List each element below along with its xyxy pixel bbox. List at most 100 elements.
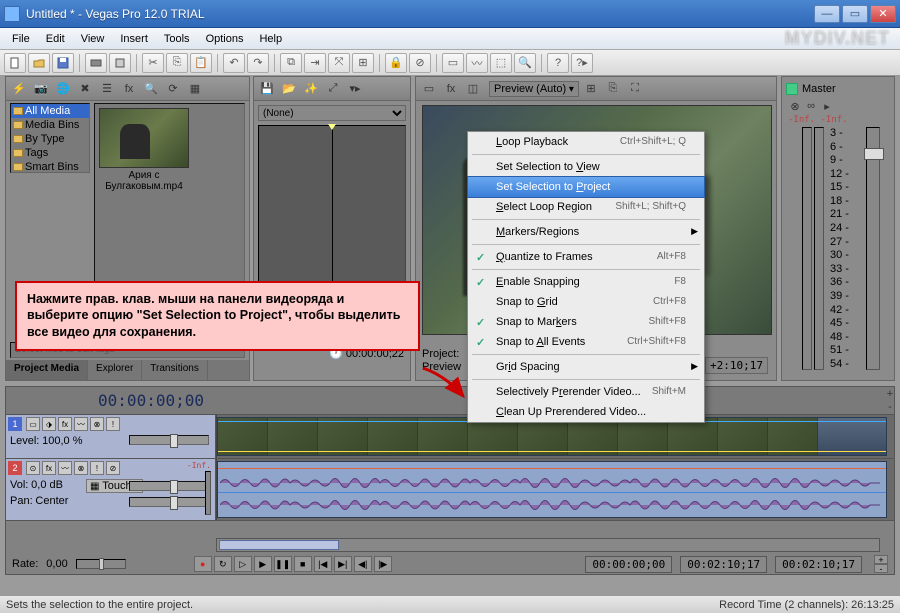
trimmer-fx-button[interactable]: ✨	[301, 80, 321, 98]
master-mute-button[interactable]: ⊗	[788, 99, 802, 113]
media-thumbnails[interactable]: Ария с Булгаковым.mp4	[94, 103, 245, 293]
preview-overlay-button[interactable]: ⊞	[581, 80, 601, 98]
media-tree[interactable]: All Media Media Bins By Type Tags Smart …	[10, 103, 90, 173]
redo-button[interactable]: ↷	[247, 53, 269, 73]
auto-crossfade-button[interactable]: ⤧	[328, 53, 350, 73]
media-search-button[interactable]: ▦	[185, 80, 205, 98]
zoom-tool[interactable]: 🔍	[514, 53, 536, 73]
audio-pan-slider[interactable]	[129, 497, 209, 507]
remove-button[interactable]: ✖	[75, 80, 95, 98]
media-refresh-button[interactable]: ⟳	[163, 80, 183, 98]
selection-tool[interactable]: ⬚	[490, 53, 512, 73]
menu-insert[interactable]: Insert	[112, 31, 156, 47]
track-motion-icon[interactable]: ⬗	[42, 417, 56, 431]
minimize-button[interactable]: —	[814, 5, 840, 23]
normal-edit-tool[interactable]: ▭	[442, 53, 464, 73]
master-mono-button[interactable]: ∞	[804, 99, 818, 113]
ctx-snap-to-all-events[interactable]: Snap to All EventsCtrl+Shift+F8	[468, 332, 704, 352]
track-solo-icon[interactable]: !	[106, 417, 120, 431]
loop-button[interactable]: ↻	[214, 556, 232, 572]
preview-full-button[interactable]: ⛶	[625, 80, 645, 98]
audio-track-lane[interactable]	[216, 459, 894, 520]
preview-quality-dropdown[interactable]: Preview (Auto) ▾	[489, 81, 579, 97]
preview-fx-button[interactable]: fx	[441, 80, 461, 98]
track-automation-icon[interactable]: 〰	[58, 461, 72, 475]
paste-button[interactable]: 📋	[190, 53, 212, 73]
pause-button[interactable]: ❚❚	[274, 556, 292, 572]
audio-track-header[interactable]: 2 ⊙ fx 〰 ⊗ ! ⊘ Vol: 0,0 dB ▦ Touch ▾ Pan…	[6, 459, 216, 520]
tab-explorer[interactable]: Explorer	[88, 360, 142, 380]
ctx-markers-regions[interactable]: Markers/Regions	[468, 222, 704, 242]
video-level-slider[interactable]	[129, 435, 209, 445]
trimmer-open-button[interactable]: 📂	[279, 80, 299, 98]
tab-transitions[interactable]: Transitions	[142, 360, 208, 380]
track-fx-icon[interactable]: fx	[42, 461, 56, 475]
tree-all-media[interactable]: All Media	[11, 104, 89, 118]
record-button[interactable]: ●	[194, 556, 212, 572]
preview-split-button[interactable]: ◫	[463, 80, 483, 98]
zoom-out-button[interactable]: -	[874, 564, 888, 573]
timeline-current-time[interactable]: 00:00:00;00	[6, 391, 216, 410]
media-fx-button[interactable]: fx	[119, 80, 139, 98]
track-phase-icon[interactable]: ⊘	[106, 461, 120, 475]
quantize-button[interactable]: ⊞	[352, 53, 374, 73]
play-start-button[interactable]: ▷	[234, 556, 252, 572]
stop-button[interactable]: ■	[294, 556, 312, 572]
new-button[interactable]	[4, 53, 26, 73]
ctx-select-loop-region[interactable]: Select Loop RegionShift+L; Shift+Q	[468, 197, 704, 217]
timecode-length[interactable]: 00:02:10;17	[775, 556, 862, 573]
ctx-snap-to-markers[interactable]: Snap to MarkersShift+F8	[468, 312, 704, 332]
close-button[interactable]: ✕	[870, 5, 896, 23]
views-button[interactable]: 🔍	[141, 80, 161, 98]
whats-this-button[interactable]: ?▸	[571, 53, 593, 73]
audio-clip[interactable]	[217, 461, 887, 518]
tree-by-type[interactable]: By Type	[11, 132, 89, 146]
video-track-header[interactable]: 1 ▭ ⬗ fx 〰 ⊗ ! Level: 100,0 %	[6, 415, 216, 458]
master-fader[interactable]	[866, 127, 880, 370]
ctx-grid-spacing[interactable]: Grid Spacing	[468, 357, 704, 377]
track-mute-icon[interactable]: ⊗	[90, 417, 104, 431]
ctx-selectively-prerender-video-[interactable]: Selectively Prerender Video...Shift+M	[468, 382, 704, 402]
trimmer-more-button[interactable]: ▾▸	[345, 80, 365, 98]
ctx-set-selection-to-view[interactable]: Set Selection to View	[468, 157, 704, 177]
import-media-button[interactable]: ⚡	[9, 80, 29, 98]
render-button[interactable]	[85, 53, 107, 73]
help-toolbar-button[interactable]: ?	[547, 53, 569, 73]
audio-vol-slider[interactable]	[129, 481, 209, 491]
trimmer-save-button[interactable]: 💾	[257, 80, 277, 98]
go-end-button[interactable]: ▶|	[334, 556, 352, 572]
preview-device-button[interactable]: ▭	[419, 80, 439, 98]
track-fx-icon[interactable]: fx	[58, 417, 72, 431]
trimmer-expand-button[interactable]: ⤢	[323, 80, 343, 98]
go-start-button[interactable]: |◀	[314, 556, 332, 572]
scrollbar-thumb[interactable]	[219, 540, 339, 550]
tab-project-media[interactable]: Project Media	[6, 360, 88, 380]
prev-frame-button[interactable]: ◀|	[354, 556, 372, 572]
snap-button[interactable]: ⧉	[280, 53, 302, 73]
ctx-snap-to-grid[interactable]: Snap to GridCtrl+F8	[468, 292, 704, 312]
timeline-minimize-button[interactable]: -	[880, 401, 900, 414]
open-button[interactable]	[28, 53, 50, 73]
ctx-loop-playback[interactable]: Loop PlaybackCtrl+Shift+L; Q	[468, 132, 704, 152]
play-button[interactable]: ▶	[254, 556, 272, 572]
ctx-enable-snapping[interactable]: Enable SnappingF8	[468, 272, 704, 292]
next-frame-button[interactable]: |▶	[374, 556, 392, 572]
undo-button[interactable]: ↶	[223, 53, 245, 73]
envelope-tool[interactable]: 〰	[466, 53, 488, 73]
capture-button[interactable]: 📷	[31, 80, 51, 98]
ctx-quantize-to-frames[interactable]: Quantize to FramesAlt+F8	[468, 247, 704, 267]
menu-help[interactable]: Help	[251, 31, 290, 47]
maximize-button[interactable]: ▭	[842, 5, 868, 23]
timecode-position[interactable]: 00:00:00;00	[585, 556, 672, 573]
rate-slider[interactable]	[76, 559, 126, 569]
menu-view[interactable]: View	[73, 31, 113, 47]
copy-button[interactable]: ⎘	[166, 53, 188, 73]
menu-file[interactable]: File	[4, 31, 38, 47]
ctx-set-selection-to-project[interactable]: Set Selection to Project	[467, 176, 705, 198]
lock-button[interactable]: 🔒	[385, 53, 407, 73]
menu-tools[interactable]: Tools	[156, 31, 198, 47]
tree-tags[interactable]: Tags	[11, 146, 89, 160]
ctx-clean-up-prerendered-video-[interactable]: Clean Up Prerendered Video...	[468, 402, 704, 422]
save-button[interactable]	[52, 53, 74, 73]
get-media-button[interactable]: 🌐	[53, 80, 73, 98]
